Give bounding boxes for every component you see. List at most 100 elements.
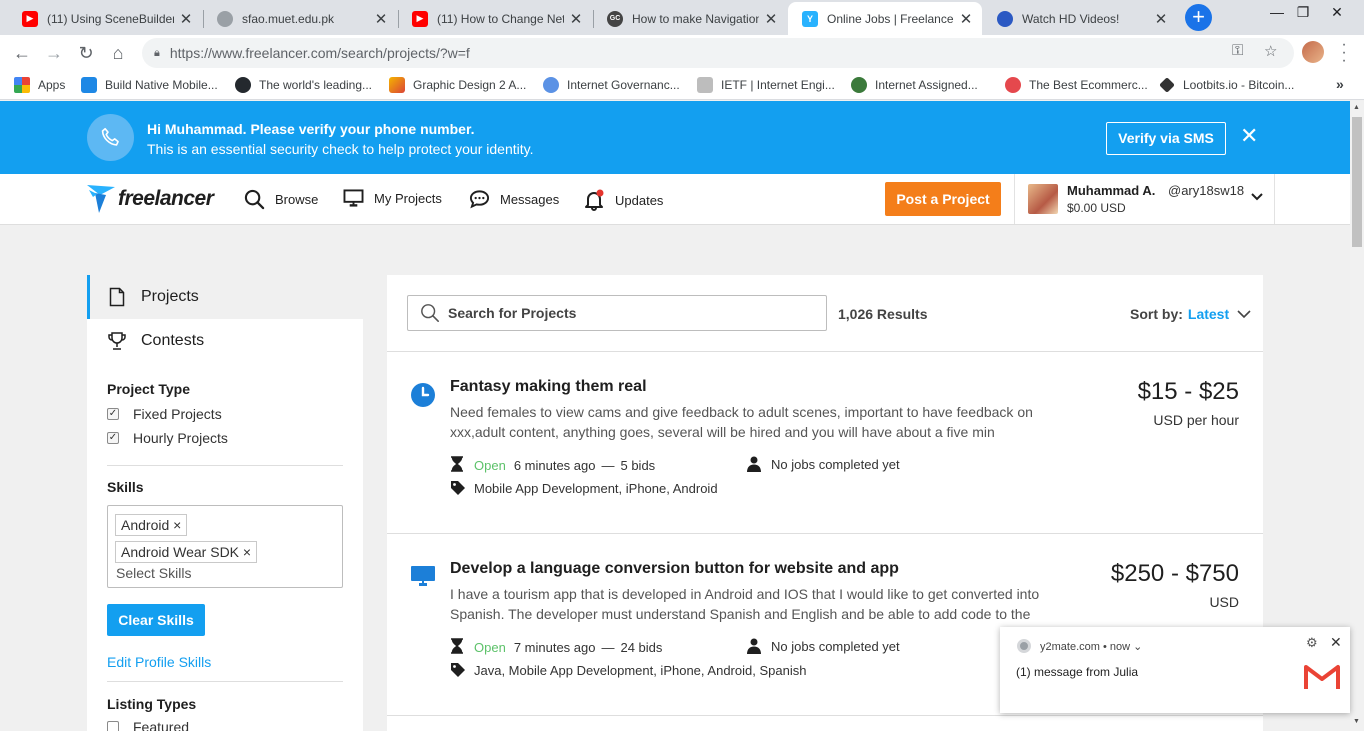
client-info: No jobs completed yet <box>747 638 900 654</box>
scroll-up-icon[interactable]: ▲ <box>1353 104 1360 111</box>
menu-dots-icon[interactable]: · · · <box>1334 37 1354 69</box>
project-title[interactable]: Fantasy making them real <box>450 378 647 396</box>
home-icon[interactable]: ⌂ <box>105 40 131 66</box>
skills-input[interactable]: Android × Android Wear SDK × Select Skil… <box>107 505 343 588</box>
close-tab-icon[interactable]: ✕ <box>763 10 779 28</box>
site-navbar: freelancer Browse My Projects Messages U… <box>0 174 1350 225</box>
tab-projects[interactable]: Projects <box>87 275 363 319</box>
reload-icon[interactable]: ↻ <box>73 40 99 66</box>
close-banner-icon[interactable]: ✕ <box>1240 125 1258 147</box>
bookmark-item[interactable]: Lootbits.io - Bitcoin... <box>1159 77 1294 93</box>
bookmarks-bar: Apps Build Native Mobile... The world's … <box>0 70 1364 100</box>
skill-tag: Android × <box>115 514 188 536</box>
checkbox-unchecked-icon[interactable] <box>107 721 119 731</box>
globe-icon <box>217 10 233 27</box>
bookmark-item[interactable]: IETF | Internet Engi... <box>697 77 835 93</box>
url-text: https://www.freelancer.com/search/projec… <box>169 45 470 61</box>
checkbox-checked-icon[interactable]: ✓ <box>107 408 119 420</box>
browser-tab[interactable]: Watch HD Videos! ✕ <box>983 2 1177 35</box>
star-icon[interactable]: ☆ <box>1264 42 1277 60</box>
back-icon[interactable]: ← <box>9 40 35 66</box>
browser-tab-active[interactable]: Y Online Jobs | Freelance ✕ <box>788 2 982 35</box>
browser-tab[interactable]: ▶ (11) Using SceneBuilder ✕ <box>8 2 202 35</box>
youtube-icon: ▶ <box>22 10 38 27</box>
hourglass-icon <box>450 638 464 657</box>
verify-sms-button[interactable]: Verify via SMS <box>1106 122 1226 155</box>
client-info: No jobs completed yet <box>747 456 900 472</box>
profile-avatar[interactable] <box>1302 41 1324 63</box>
project-meta: Open 6 minutes ago — 5 bids <box>450 456 655 475</box>
skills-placeholder[interactable]: Select Skills <box>116 565 191 581</box>
bid-count: 24 bids <box>620 640 663 655</box>
close-tab-icon[interactable]: ✕ <box>958 10 974 28</box>
page-scrollbar[interactable]: ▲ ▼ <box>1350 101 1364 731</box>
restore-icon[interactable]: ❐ <box>1288 4 1318 21</box>
chevron-down-icon[interactable] <box>1251 190 1263 204</box>
nav-updates[interactable]: Updates <box>583 189 663 211</box>
divider <box>107 681 343 682</box>
remove-tag-icon[interactable]: × <box>243 544 251 560</box>
bookmark-item[interactable]: Internet Governanc... <box>543 77 680 93</box>
close-tab-icon[interactable]: ✕ <box>1153 10 1169 28</box>
scroll-down-icon[interactable]: ▼ <box>1353 718 1360 725</box>
close-tab-icon[interactable]: ✕ <box>178 10 194 28</box>
search-projects-input[interactable]: Search for Projects <box>407 295 827 331</box>
close-icon[interactable]: ✕ <box>1330 634 1342 651</box>
bookmark-favicon-icon <box>1005 77 1021 93</box>
key-icon[interactable]: ⚿ <box>1232 42 1243 59</box>
clear-skills-button[interactable]: Clear Skills <box>107 604 205 636</box>
bookmark-item[interactable]: The Best Ecommerc... <box>1005 77 1148 93</box>
user-icon <box>747 638 761 654</box>
checkbox-checked-icon[interactable]: ✓ <box>107 432 119 444</box>
edit-profile-skills-link[interactable]: Edit Profile Skills <box>107 654 211 670</box>
forward-icon[interactable]: → <box>41 40 67 66</box>
project-description: Need females to view cams and give feedb… <box>450 404 1033 440</box>
checkbox-hourly-projects[interactable]: ✓ Hourly Projects <box>107 430 228 446</box>
browser-tab[interactable]: GC How to make Navigation ✕ <box>593 2 787 35</box>
bookmark-favicon-icon <box>389 77 405 93</box>
post-project-button[interactable]: Post a Project <box>885 182 1001 216</box>
freelancer-logo[interactable]: freelancer <box>86 183 214 215</box>
nav-browse[interactable]: Browse <box>244 189 318 210</box>
bookmark-item[interactable]: Internet Assigned... <box>851 77 978 93</box>
remove-tag-icon[interactable]: × <box>173 517 181 533</box>
project-tags: Mobile App Development, iPhone, Android <box>450 480 718 496</box>
youtube-icon: ▶ <box>412 10 428 27</box>
browser-tab[interactable]: sfao.muet.edu.pk ✕ <box>203 2 397 35</box>
checkbox-fixed-projects[interactable]: ✓ Fixed Projects <box>107 406 222 422</box>
bookmarks-overflow-icon[interactable]: » <box>1336 76 1344 92</box>
lock-icon: 🔒︎ <box>154 46 160 59</box>
tag-icon <box>450 480 466 496</box>
chat-bubble-icon <box>469 189 490 209</box>
price-unit: USD <box>1209 594 1239 610</box>
banner-heading: Hi Muhammad. Please verify your phone nu… <box>147 121 475 137</box>
project-card[interactable]: Fantasy making them real Need females to… <box>387 352 1263 534</box>
browser-tab[interactable]: ▶ (11) How to Change Net ✕ <box>398 2 592 35</box>
divider <box>107 465 343 466</box>
ietf-icon <box>697 77 713 93</box>
notification-toast[interactable]: y2mate.com • now ⌄ ⚙ ✕ (1) message from … <box>1000 627 1350 713</box>
tab-contests[interactable]: Contests <box>87 319 363 363</box>
nav-messages[interactable]: Messages <box>469 189 559 209</box>
bookmark-apps[interactable]: Apps <box>14 77 65 93</box>
un-globe-icon <box>543 77 559 93</box>
address-bar[interactable]: 🔒︎ https://www.freelancer.com/search/pro… <box>142 38 1294 68</box>
sort-dropdown[interactable]: Sort by: Latest <box>1130 306 1251 322</box>
user-menu[interactable]: Muhammad A. @ary18sw18 $0.00 USD <box>1014 174 1275 224</box>
scroll-thumb[interactable] <box>1352 117 1362 247</box>
close-tab-icon[interactable]: ✕ <box>373 10 389 28</box>
new-tab-button[interactable]: + <box>1185 4 1212 31</box>
close-tab-icon[interactable]: ✕ <box>568 10 584 28</box>
bookmark-item[interactable]: The world's leading... <box>235 77 372 93</box>
checkbox-featured[interactable]: Featured <box>107 719 189 731</box>
freelancer-bird-icon <box>87 185 115 213</box>
search-icon <box>420 303 440 323</box>
nav-my-projects[interactable]: My Projects <box>343 189 442 208</box>
tag-icon <box>450 662 466 678</box>
bookmark-item[interactable]: Build Native Mobile... <box>81 77 218 93</box>
status-badge: Open <box>474 640 506 655</box>
window-close-icon[interactable]: ✕ <box>1322 4 1352 21</box>
gear-icon[interactable]: ⚙ <box>1306 635 1318 651</box>
bookmark-item[interactable]: Graphic Design 2 A... <box>389 77 526 93</box>
project-title[interactable]: Develop a language conversion button for… <box>450 560 899 578</box>
